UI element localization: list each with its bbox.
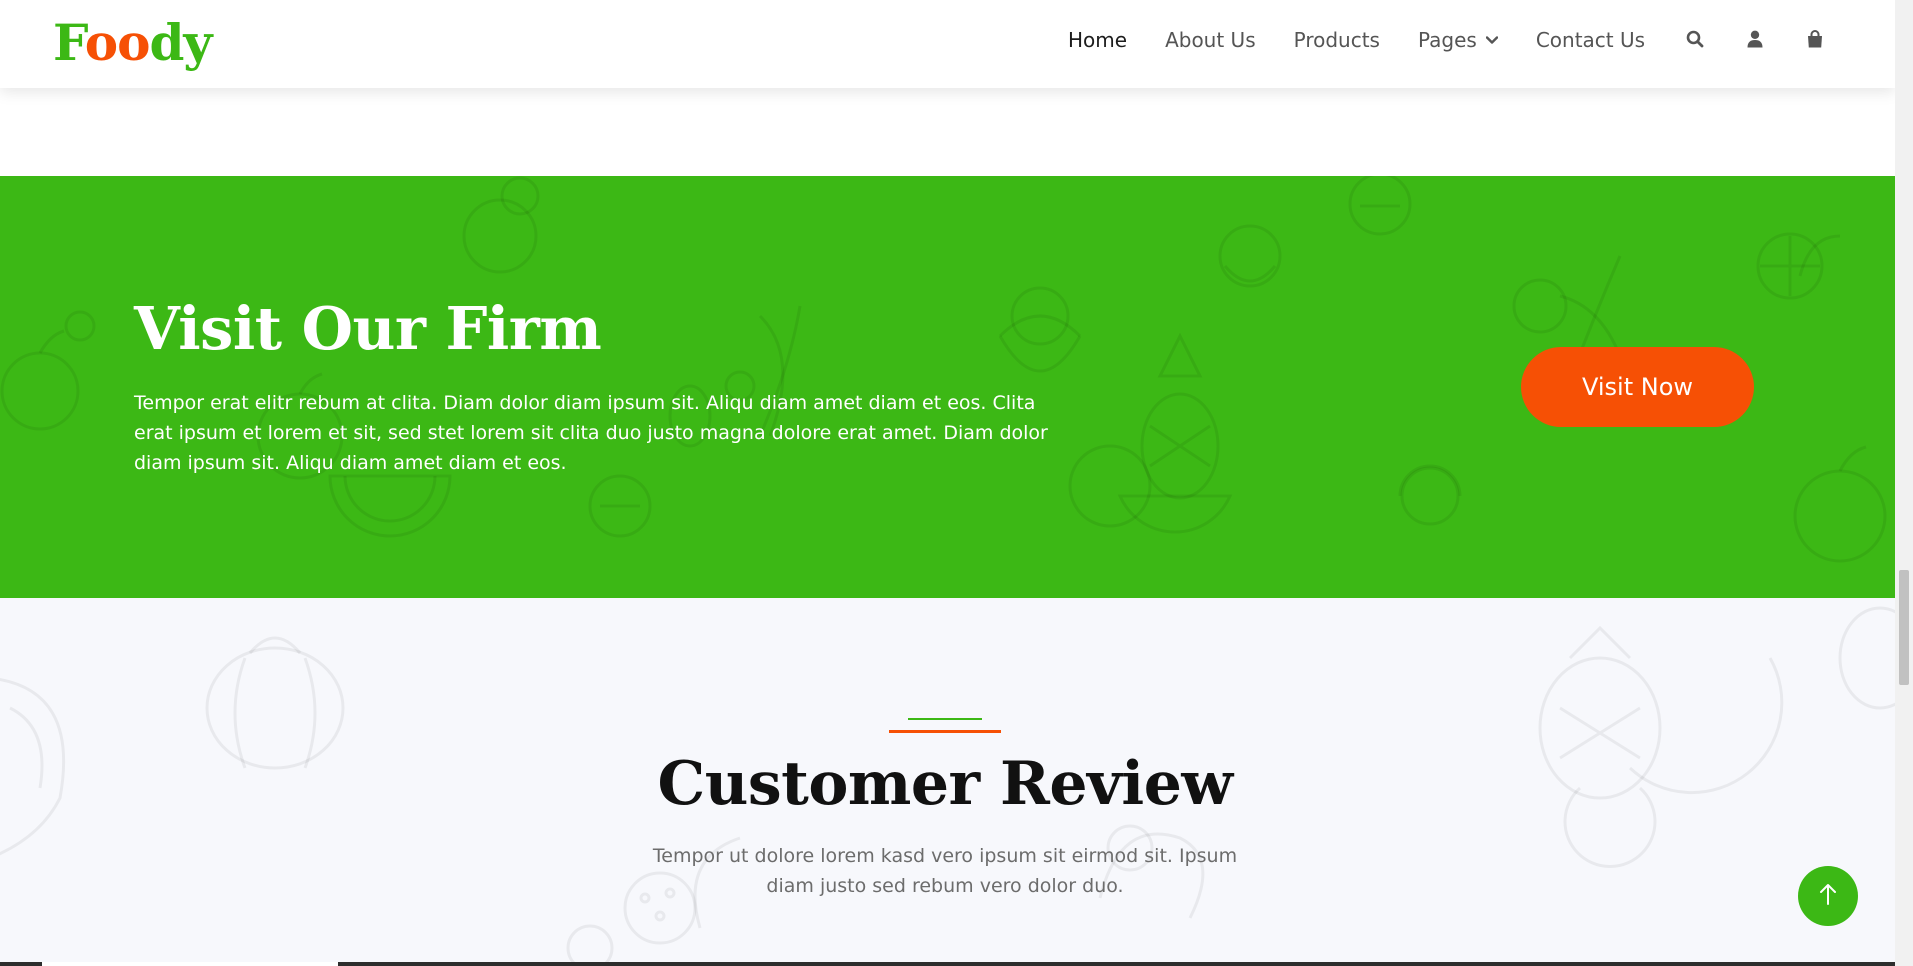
nav-item-label: Products [1293,28,1380,52]
nav-item-about[interactable]: About Us [1165,27,1256,53]
review-title: Customer Review [657,749,1233,819]
brand-logo[interactable]: Foody [53,10,212,76]
review-description: Tempor ut dolore lorem kasd vero ipsum s… [652,845,1238,897]
visit-banner: Visit Our Firm Tempor erat elitr rebum a… [0,176,1895,598]
arrow-up-icon [1818,882,1838,910]
back-to-top-button[interactable] [1798,866,1858,926]
nav-item-pages[interactable]: Pages [1418,27,1498,53]
nav-item-label: Pages [1417,28,1477,52]
nav-item-label: Contact Us [1535,28,1646,52]
nav-icon-group [1685,28,1825,50]
shopping-bag-icon[interactable] [1805,28,1825,50]
title-divider-orange [889,730,1001,733]
search-icon[interactable] [1685,28,1705,50]
navbar: Foody Home About Us Products Pages Conta… [0,0,1895,88]
visit-description: Tempor erat elitr rebum at clita. Diam d… [134,392,1048,474]
page-scrollbar[interactable] [1895,0,1913,966]
brand-letter-f: F [53,13,86,72]
chevron-down-icon [1485,36,1498,44]
scrollbar-thumb[interactable] [1899,570,1909,685]
nav-item-contact[interactable]: Contact Us [1536,27,1645,53]
nav-menu: Home About Us Products Pages Contact Us [1068,27,1683,53]
bottom-bar-tab [42,962,338,966]
title-divider-green [908,718,982,720]
nav-item-home[interactable]: Home [1068,27,1127,53]
brand-letters-dy: dy [149,13,212,72]
visit-now-button[interactable]: Visit Now [1521,347,1754,427]
brand-letters-oo: oo [84,13,151,72]
user-icon[interactable] [1745,28,1765,50]
nav-item-products[interactable]: Products [1294,27,1380,53]
customer-review-section: Customer Review Tempor ut dolore lorem k… [0,598,1895,966]
nav-item-label: Home [1068,28,1128,52]
nav-item-label: About Us [1165,28,1256,52]
visit-title: Visit Our Firm [134,294,602,363]
